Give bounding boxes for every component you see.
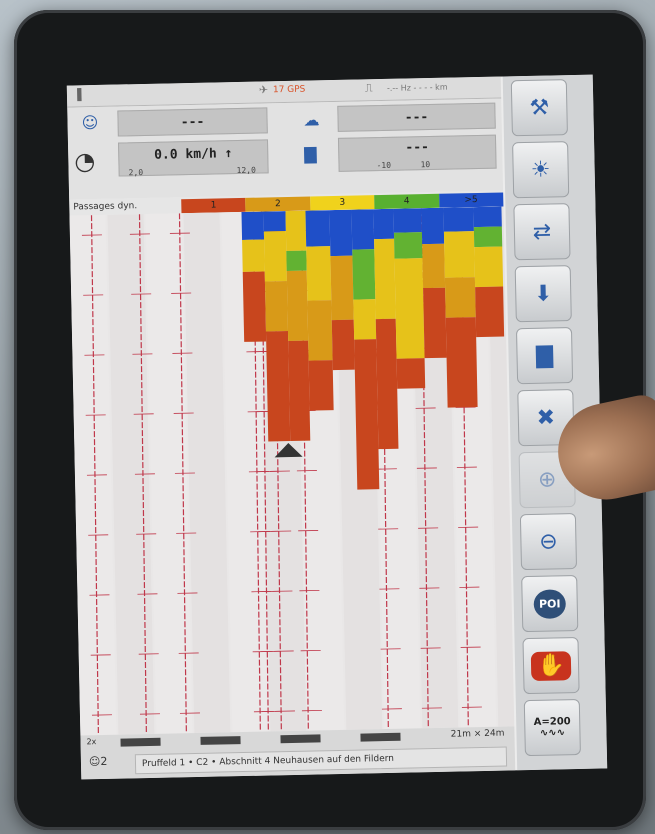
signal-switch-button[interactable]: ⇄ <box>513 203 571 261</box>
stiffness-icon: ▇ <box>304 144 317 164</box>
compaction-segment <box>445 317 478 408</box>
compaction-segment <box>421 207 445 245</box>
zoom-out-icon: ⊖ <box>538 528 558 555</box>
wave-icon: ∿∿∿ <box>539 727 566 739</box>
info-panel: ☺ --- ◔ 0.0 km/h ↑ 2,0 12,0 ☁ --- ▇ --- … <box>67 98 504 200</box>
map-canvas[interactable] <box>69 206 515 736</box>
poi-marker-icon: POI <box>533 588 566 619</box>
area-button-label: A=200 <box>533 716 571 728</box>
passage-scale-item: 1 <box>181 197 246 214</box>
gps-satellite-icon: ✈ <box>258 83 269 97</box>
compaction-segment <box>473 226 503 248</box>
range-max: 10 <box>420 159 431 170</box>
compaction-segment <box>242 271 267 342</box>
compaction-segment <box>329 209 353 257</box>
compaction-segment <box>305 210 331 247</box>
compaction-segment <box>288 340 311 441</box>
area-button[interactable]: A=200 ∿∿∿ <box>523 698 581 757</box>
signal-bars-button[interactable]: ▇ <box>515 327 574 385</box>
signal-strength-icon: ▐ <box>72 88 82 102</box>
passage-scale-item: >5 <box>438 192 504 208</box>
compaction-segment <box>473 206 502 228</box>
settings-tools-button[interactable]: ⚒ <box>510 79 568 137</box>
passage-scale-item: 3 <box>309 195 375 211</box>
compaction-segment <box>422 243 446 289</box>
range-min: -10 <box>376 160 392 171</box>
top-left-value: --- <box>117 107 268 137</box>
compaction-segment <box>354 339 380 490</box>
stop-hand-icon: ✋ <box>531 650 572 681</box>
lightbulb-button[interactable]: ☀ <box>512 141 570 199</box>
frequency-readout: -.-- Hz - - - - km <box>386 82 448 93</box>
compaction-segment <box>373 208 395 240</box>
compaction-segment <box>330 255 354 321</box>
compaction-segment <box>308 360 334 411</box>
compaction-segment <box>393 232 423 259</box>
compaction-segment <box>263 211 286 232</box>
compaction-segment <box>393 208 422 233</box>
lightbulb-icon: ☀ <box>530 156 551 183</box>
compaction-segment <box>396 358 426 389</box>
compaction-segment <box>443 207 474 232</box>
compaction-segment <box>241 211 265 240</box>
compaction-segment <box>394 258 425 359</box>
compaction-segment <box>263 231 287 282</box>
zoom-level: 2x <box>86 737 97 747</box>
field-info: Pruffeld 1 • C2 • Abschnitt 4 Neuhausen … <box>134 746 508 775</box>
driver-icon: ☺ <box>81 112 99 133</box>
compaction-segment <box>353 299 377 340</box>
zoom-in-icon: ⊕ <box>537 466 557 493</box>
compaction-segment <box>374 238 396 320</box>
compaction-segment <box>375 318 399 450</box>
compaction-segment <box>306 246 332 301</box>
speed-max: 12,0 <box>236 165 256 176</box>
poi-marker-button[interactable]: POI <box>521 575 579 633</box>
map-dimensions: 21m × 24m <box>450 728 505 740</box>
compaction-segment <box>286 250 307 272</box>
signal-switch-icon: ⇄ <box>532 218 552 245</box>
compaction-segment <box>307 300 333 361</box>
compaction-segment <box>265 331 291 442</box>
compaction-segment <box>242 239 265 272</box>
download-layer-icon: ⬇ <box>533 280 553 307</box>
compaction-segment <box>285 210 307 252</box>
top-right-value: --- <box>337 102 496 132</box>
pulse-icon: ⎍ <box>364 81 373 95</box>
passages-label: Passages dyn. <box>73 201 138 213</box>
operators-count: ☺2 <box>88 754 108 769</box>
operators-count-value: 2 <box>100 754 108 769</box>
stop-hand-button[interactable]: ✋ <box>522 636 580 695</box>
vibration-icon: ☁ <box>303 110 320 130</box>
fit-screen-icon: ✖ <box>536 404 556 431</box>
compaction-segment <box>264 281 288 332</box>
speedometer-icon: ◔ <box>74 147 96 176</box>
scale-bar <box>120 732 440 747</box>
map-footer: 2x 21m × 24m ☺2 Pruffeld 1 • C2 • Abschn… <box>80 726 516 780</box>
compaction-segment <box>475 286 505 338</box>
gps-status: 17 GPS <box>272 84 306 96</box>
bottom-right-value: --- <box>337 134 497 172</box>
compaction-segment <box>352 249 376 300</box>
speed-min: 2,0 <box>128 168 144 178</box>
compaction-segment <box>286 270 309 342</box>
compaction-segment <box>444 277 476 318</box>
download-layer-button[interactable]: ⬇ <box>514 265 572 323</box>
compaction-segment <box>474 246 504 288</box>
compaction-map[interactable] <box>69 206 515 736</box>
settings-tools-icon: ⚒ <box>529 94 550 121</box>
compaction-segment <box>443 231 475 278</box>
compaction-segment <box>351 209 375 250</box>
zoom-out-button[interactable]: ⊖ <box>519 513 578 571</box>
signal-bars-icon: ▇ <box>535 342 554 369</box>
device-screen: ▐ ✈ 17 GPS ⎍ -.-- Hz - - - - km ☺ --- ◔ … <box>66 74 608 780</box>
compaction-segment <box>331 319 355 371</box>
passage-scale-item: 2 <box>245 196 311 212</box>
passage-scale-item: 4 <box>374 193 440 210</box>
compaction-segment <box>423 287 447 359</box>
